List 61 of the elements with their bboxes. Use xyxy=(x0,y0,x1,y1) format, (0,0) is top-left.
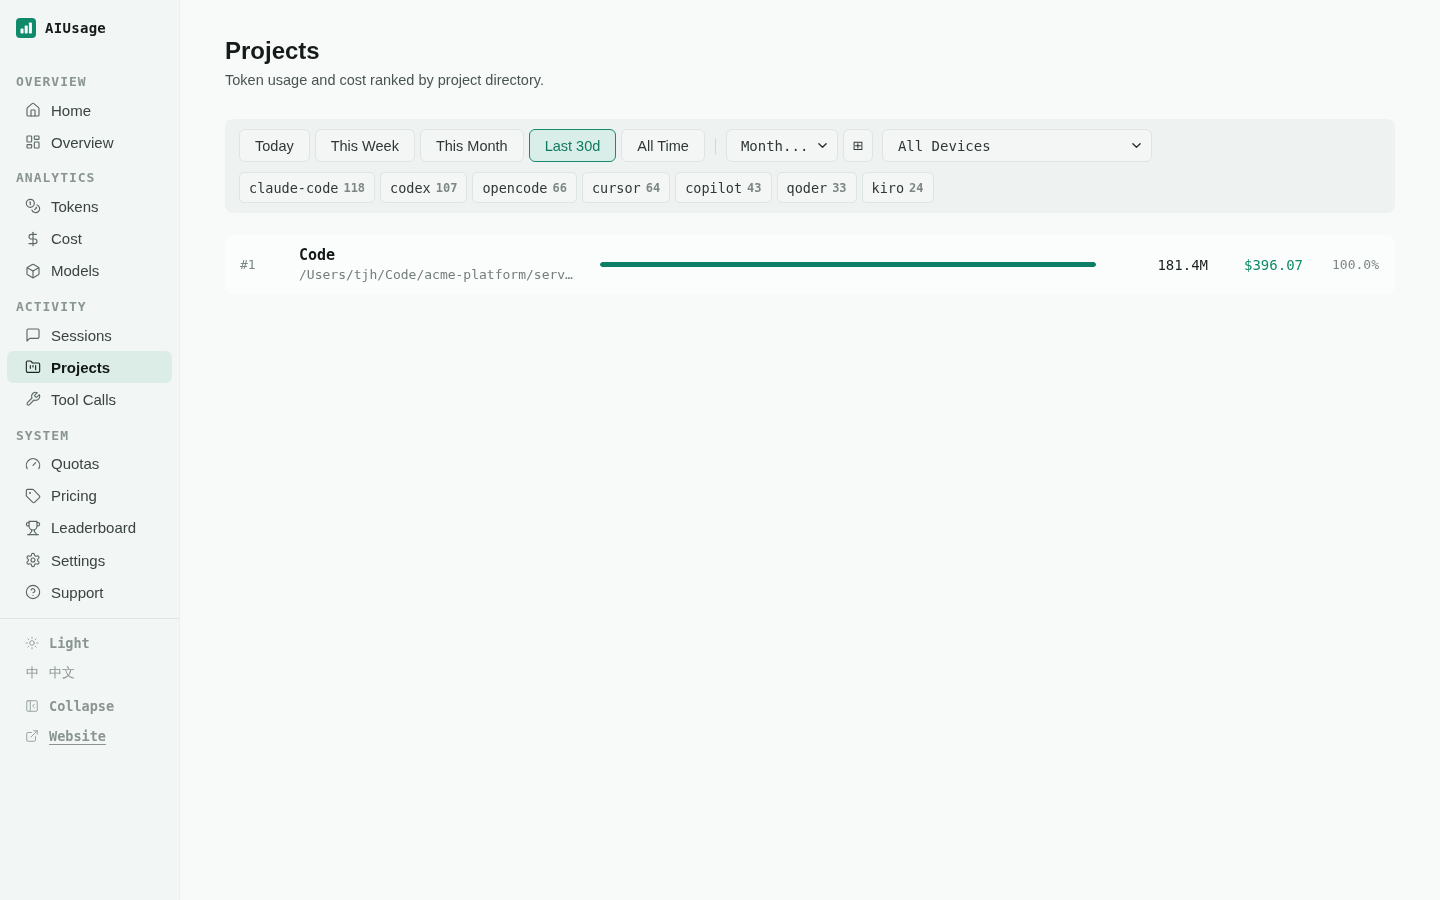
dollar-icon xyxy=(25,230,41,247)
help-icon xyxy=(25,584,41,601)
page-title: Projects xyxy=(225,36,321,66)
chevron-down-icon xyxy=(1130,140,1142,151)
trophy-icon xyxy=(25,519,41,536)
period-tab[interactable]: All Time xyxy=(621,129,705,162)
chat-bubble-icon xyxy=(25,327,41,344)
home-icon xyxy=(25,102,41,119)
sidebar-item[interactable]: Models xyxy=(7,254,172,287)
sun-icon xyxy=(25,636,39,651)
project-path: /Users/tjh/Code/acme-platform/serv… xyxy=(299,266,573,283)
sidebar-item[interactable]: Quotas xyxy=(7,447,172,480)
cost-value: $396.07 xyxy=(1243,256,1303,273)
folder-chart-icon xyxy=(25,359,41,376)
sidebar-item[interactable]: Sessions xyxy=(7,318,172,352)
rank-label: #1 xyxy=(240,257,257,272)
sidebar-panel-icon xyxy=(25,699,39,714)
section-label: OVERVIEW xyxy=(15,73,88,91)
grid-icon xyxy=(25,134,41,151)
sidebar-item[interactable]: Tokens xyxy=(7,190,172,223)
period-tab[interactable]: Today xyxy=(239,129,310,162)
sidebar-item[interactable]: Tool Calls xyxy=(7,383,172,416)
period-tab[interactable]: Last 30d xyxy=(528,129,617,162)
source-filter-chip[interactable]: claude-code 118 xyxy=(239,172,376,203)
source-filter-chip[interactable]: kiro 24 xyxy=(861,172,934,203)
tag-icon xyxy=(25,487,41,504)
gauge-icon xyxy=(25,455,41,472)
source-filter-chip[interactable]: opencode 66 xyxy=(472,172,577,203)
source-filter-chip[interactable]: cursor 64 xyxy=(581,172,671,203)
source-filter-chip[interactable]: copilot 43 xyxy=(675,172,772,203)
page-subtitle: Token usage and cost ranked by project directory. xyxy=(225,71,545,90)
chinese-character-icon: 中 xyxy=(25,664,39,683)
external-link-icon xyxy=(25,729,39,744)
sidebar-item[interactable]: Home xyxy=(7,94,172,127)
period-tab[interactable]: This Week xyxy=(314,129,415,162)
group-by-select[interactable]: Month... xyxy=(725,129,838,162)
sidebar-item[interactable]: Settings xyxy=(7,544,172,577)
wrench-icon xyxy=(25,391,41,408)
layout-toggle-button[interactable]: ⊞ xyxy=(842,129,873,162)
project-name: Code xyxy=(299,246,336,264)
period-tab[interactable]: This Month xyxy=(419,129,524,162)
token-count: 181.4M xyxy=(1156,256,1208,273)
coins-icon xyxy=(25,198,41,215)
settings-icon xyxy=(25,552,41,569)
sidebar-item[interactable]: Leaderboard xyxy=(7,511,172,545)
chevron-down-icon xyxy=(816,140,828,151)
sidebar-item[interactable]: Projects xyxy=(7,351,172,384)
bar-chart-logo-icon xyxy=(16,18,36,38)
cube-icon xyxy=(25,262,41,279)
app-name: AIUsage xyxy=(45,20,107,36)
source-filter-chip[interactable]: qoder 33 xyxy=(776,172,857,203)
sidebar-item[interactable]: Cost xyxy=(7,222,172,255)
device-select[interactable]: All Devices xyxy=(881,129,1152,162)
section-label: ANALYTICS xyxy=(15,169,97,188)
sidebar-item[interactable]: Pricing xyxy=(7,479,172,512)
section-label: SYSTEM xyxy=(15,426,70,445)
source-filter-chip[interactable]: codex 107 xyxy=(380,172,468,203)
sidebar-item[interactable]: Support xyxy=(7,576,172,609)
section-label: ACTIVITY xyxy=(15,297,88,316)
share-percent: 100.0% xyxy=(1331,257,1379,272)
sidebar-item[interactable]: Overview xyxy=(7,126,172,159)
